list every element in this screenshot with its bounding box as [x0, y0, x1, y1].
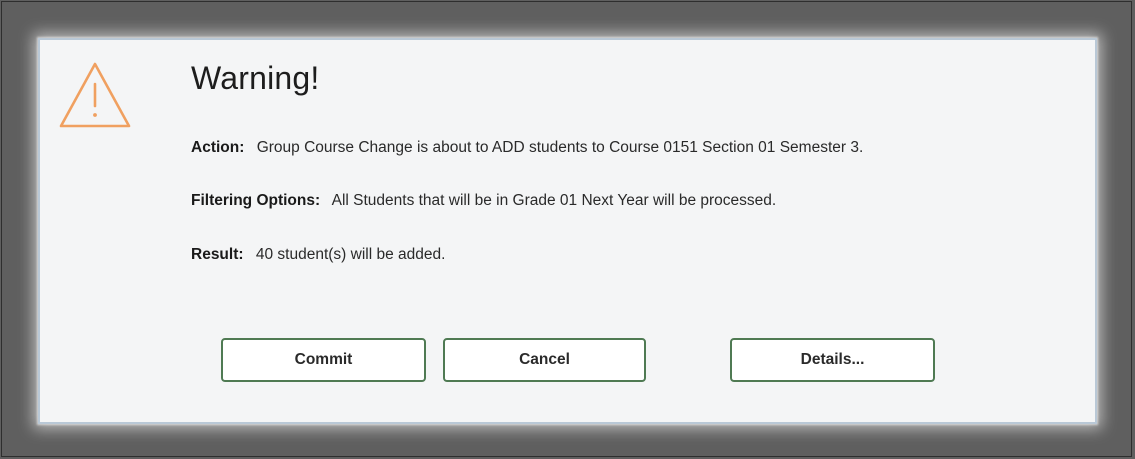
action-text: Group Course Change is about to ADD stud…: [256, 139, 864, 156]
warning-triangle-icon: [59, 62, 131, 128]
filtering-options-label: Filtering Options:: [191, 192, 321, 209]
details-button[interactable]: Details...: [730, 338, 935, 382]
warning-dialog: Warning! Action: Group Course Change is …: [38, 38, 1097, 424]
action-line: Action: Group Course Change is about to …: [191, 139, 863, 157]
result-text: 40 student(s) will be added.: [255, 246, 446, 263]
cancel-button[interactable]: Cancel: [443, 338, 646, 382]
result-line: Result: 40 student(s) will be added.: [191, 246, 445, 264]
result-label: Result:: [191, 246, 244, 263]
filtering-options-line: Filtering Options: All Students that wil…: [191, 192, 776, 210]
dialog-title: Warning!: [191, 60, 320, 96]
commit-button[interactable]: Commit: [221, 338, 426, 382]
filtering-options-text: All Students that will be in Grade 01 Ne…: [331, 192, 777, 209]
action-label: Action:: [191, 139, 245, 156]
